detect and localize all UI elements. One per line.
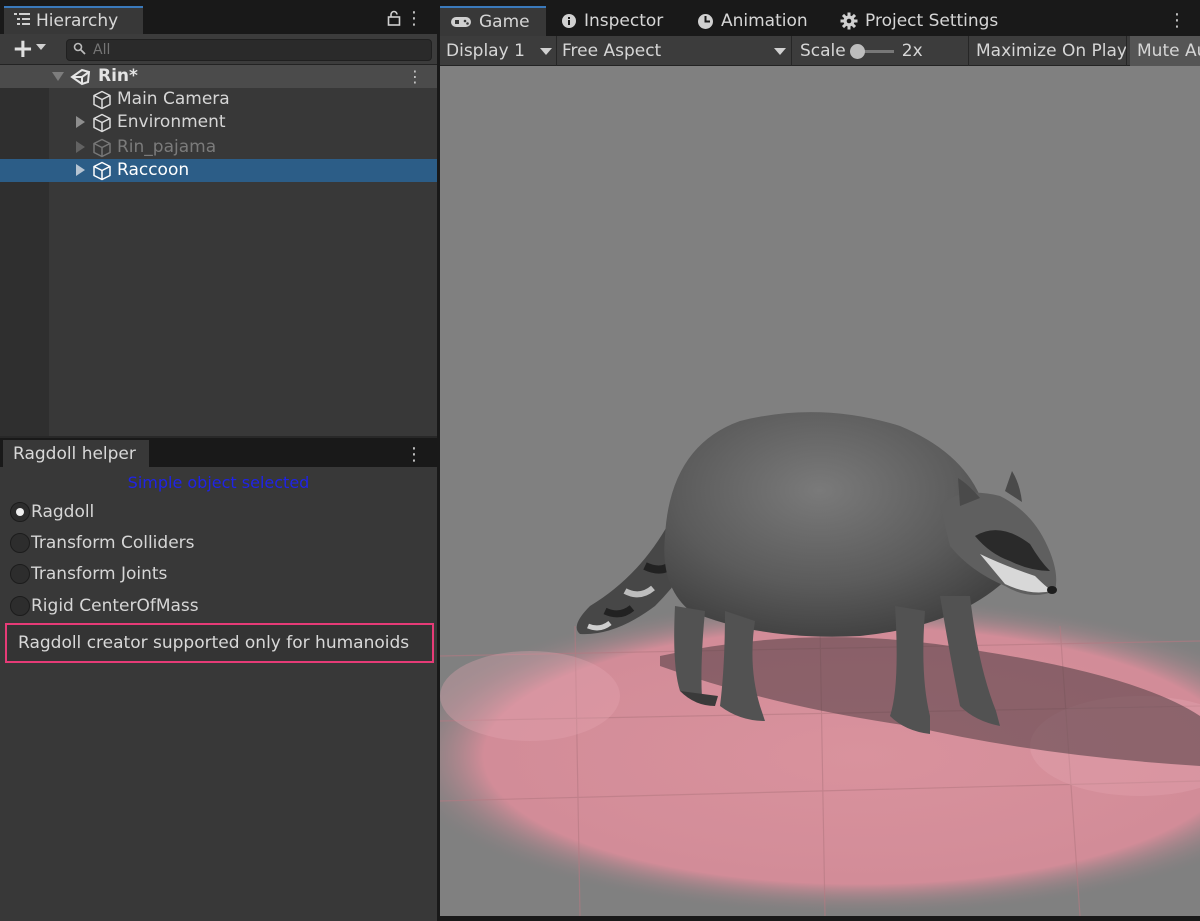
tab-animation[interactable]: Animation — [697, 6, 808, 36]
option-label: Transform Colliders — [31, 533, 195, 553]
game-render — [440, 412, 1200, 916]
option-label: Rigid CenterOfMass — [31, 596, 199, 616]
tab-hierarchy-label: Hierarchy — [36, 11, 119, 31]
hierarchy-item-label: Raccoon — [117, 160, 190, 180]
info-icon — [561, 13, 577, 29]
chevron-down-icon[interactable] — [36, 44, 46, 50]
warning-box: Ragdoll creator supported only for human… — [5, 623, 434, 663]
scale-value: 2x — [901, 41, 923, 61]
ragdoll-helper-panel: Simple object selected Ragdoll Transform… — [0, 467, 437, 921]
radio-button[interactable] — [10, 564, 30, 584]
expand-arrow-icon[interactable] — [52, 72, 64, 81]
hierarchy-item-label: Main Camera — [117, 89, 230, 109]
expand-arrow-icon[interactable] — [76, 116, 85, 128]
scale-slider-knob[interactable] — [849, 43, 865, 59]
radio-button[interactable] — [10, 596, 30, 616]
hierarchy-item-rin-pajama[interactable]: Rin_pajama — [0, 136, 437, 159]
hierarchy-search — [66, 39, 432, 61]
ragdoll-menu-icon[interactable]: ⋮ — [405, 446, 423, 464]
status-text: Simple object selected — [127, 473, 310, 492]
option-label: Transform Joints — [31, 564, 168, 584]
list-icon — [14, 11, 30, 31]
game-viewport[interactable] — [440, 66, 1200, 916]
gameobject-cube-icon — [92, 113, 112, 138]
tab-ragdoll-helper-label: Ragdoll helper — [13, 443, 136, 464]
tab-game-label: Game — [479, 12, 530, 32]
expand-arrow-icon[interactable] — [76, 141, 85, 153]
scene-menu-icon[interactable]: ⋮ — [407, 67, 423, 86]
gamepad-icon — [450, 15, 472, 29]
hierarchy-item-label: Environment — [117, 112, 226, 132]
hierarchy-tabbar: Hierarchy ⋮ — [0, 0, 437, 34]
tab-hierarchy[interactable]: Hierarchy — [4, 6, 143, 34]
display-dropdown[interactable]: Display 1 — [446, 36, 554, 66]
hierarchy-item-raccoon[interactable]: Raccoon — [0, 159, 437, 182]
tab-project-settings[interactable]: Project Settings — [840, 6, 998, 36]
option-label: Ragdoll — [31, 502, 95, 522]
gameobject-cube-icon — [92, 161, 112, 186]
chevron-down-icon — [540, 48, 552, 55]
scene-row[interactable]: Rin* ⋮ — [0, 65, 437, 88]
aspect-value: Free Aspect — [562, 41, 662, 61]
lock-icon[interactable] — [387, 10, 401, 31]
option-transform-colliders[interactable]: Transform Colliders — [10, 530, 195, 556]
option-rigid-centerofmass[interactable]: Rigid CenterOfMass — [10, 593, 199, 619]
maximize-on-play-toggle[interactable]: Maximize On Play — [976, 36, 1127, 66]
tab-game[interactable]: Game — [440, 6, 546, 36]
tab-inspector-label: Inspector — [584, 11, 664, 31]
chevron-down-icon — [774, 48, 786, 55]
game-toolbar: Display 1 Free Aspect Scale 2x Maximize … — [440, 36, 1200, 66]
hierarchy-item-main-camera[interactable]: Main Camera — [0, 88, 437, 111]
scale-slider[interactable] — [849, 43, 894, 59]
scene-name: Rin* — [98, 66, 138, 86]
option-ragdoll[interactable]: Ragdoll — [10, 499, 94, 525]
gear-icon — [840, 12, 858, 30]
tab-project-settings-label: Project Settings — [865, 11, 999, 31]
add-icon[interactable]: + — [12, 36, 34, 62]
search-icon — [73, 42, 87, 60]
aspect-dropdown[interactable]: Free Aspect — [562, 36, 786, 66]
display-value: Display 1 — [446, 41, 525, 61]
editor-tabbar: Game Inspector Animation Project Setting… — [440, 0, 1200, 36]
game-dock: Game Inspector Animation Project Setting… — [440, 0, 1200, 921]
game-menu-icon[interactable]: ⋮ — [1168, 10, 1186, 31]
tab-ragdoll-helper[interactable]: Ragdoll helper — [3, 440, 149, 467]
hierarchy-menu-icon[interactable]: ⋮ — [405, 10, 423, 28]
clock-icon — [697, 13, 714, 30]
radio-button[interactable] — [10, 533, 30, 553]
maximize-on-play-label: Maximize On Play — [976, 41, 1127, 61]
tab-animation-label: Animation — [721, 11, 808, 31]
radio-button[interactable] — [10, 502, 30, 522]
hierarchy-toolbar: + — [0, 34, 437, 65]
tab-inspector[interactable]: Inspector — [561, 6, 663, 36]
warning-text: Ragdoll creator supported only for human… — [18, 633, 410, 653]
hierarchy-item-label: Rin_pajama — [117, 137, 217, 157]
mute-audio-label: Mute Audio — [1137, 41, 1200, 61]
mute-audio-toggle[interactable]: Mute Audio — [1130, 36, 1200, 66]
scale-control: Scale 2x — [800, 36, 923, 66]
search-input[interactable] — [93, 41, 423, 59]
expand-arrow-icon[interactable] — [76, 164, 85, 176]
option-transform-joints[interactable]: Transform Joints — [10, 561, 167, 587]
hierarchy-tree: Rin* ⋮ Main Camera Environment Rin_pajam… — [0, 65, 437, 436]
hierarchy-item-environment[interactable]: Environment — [0, 111, 437, 134]
left-dock: Hierarchy ⋮ + Rin* ⋮ — [0, 0, 437, 921]
scale-label: Scale — [800, 41, 846, 61]
